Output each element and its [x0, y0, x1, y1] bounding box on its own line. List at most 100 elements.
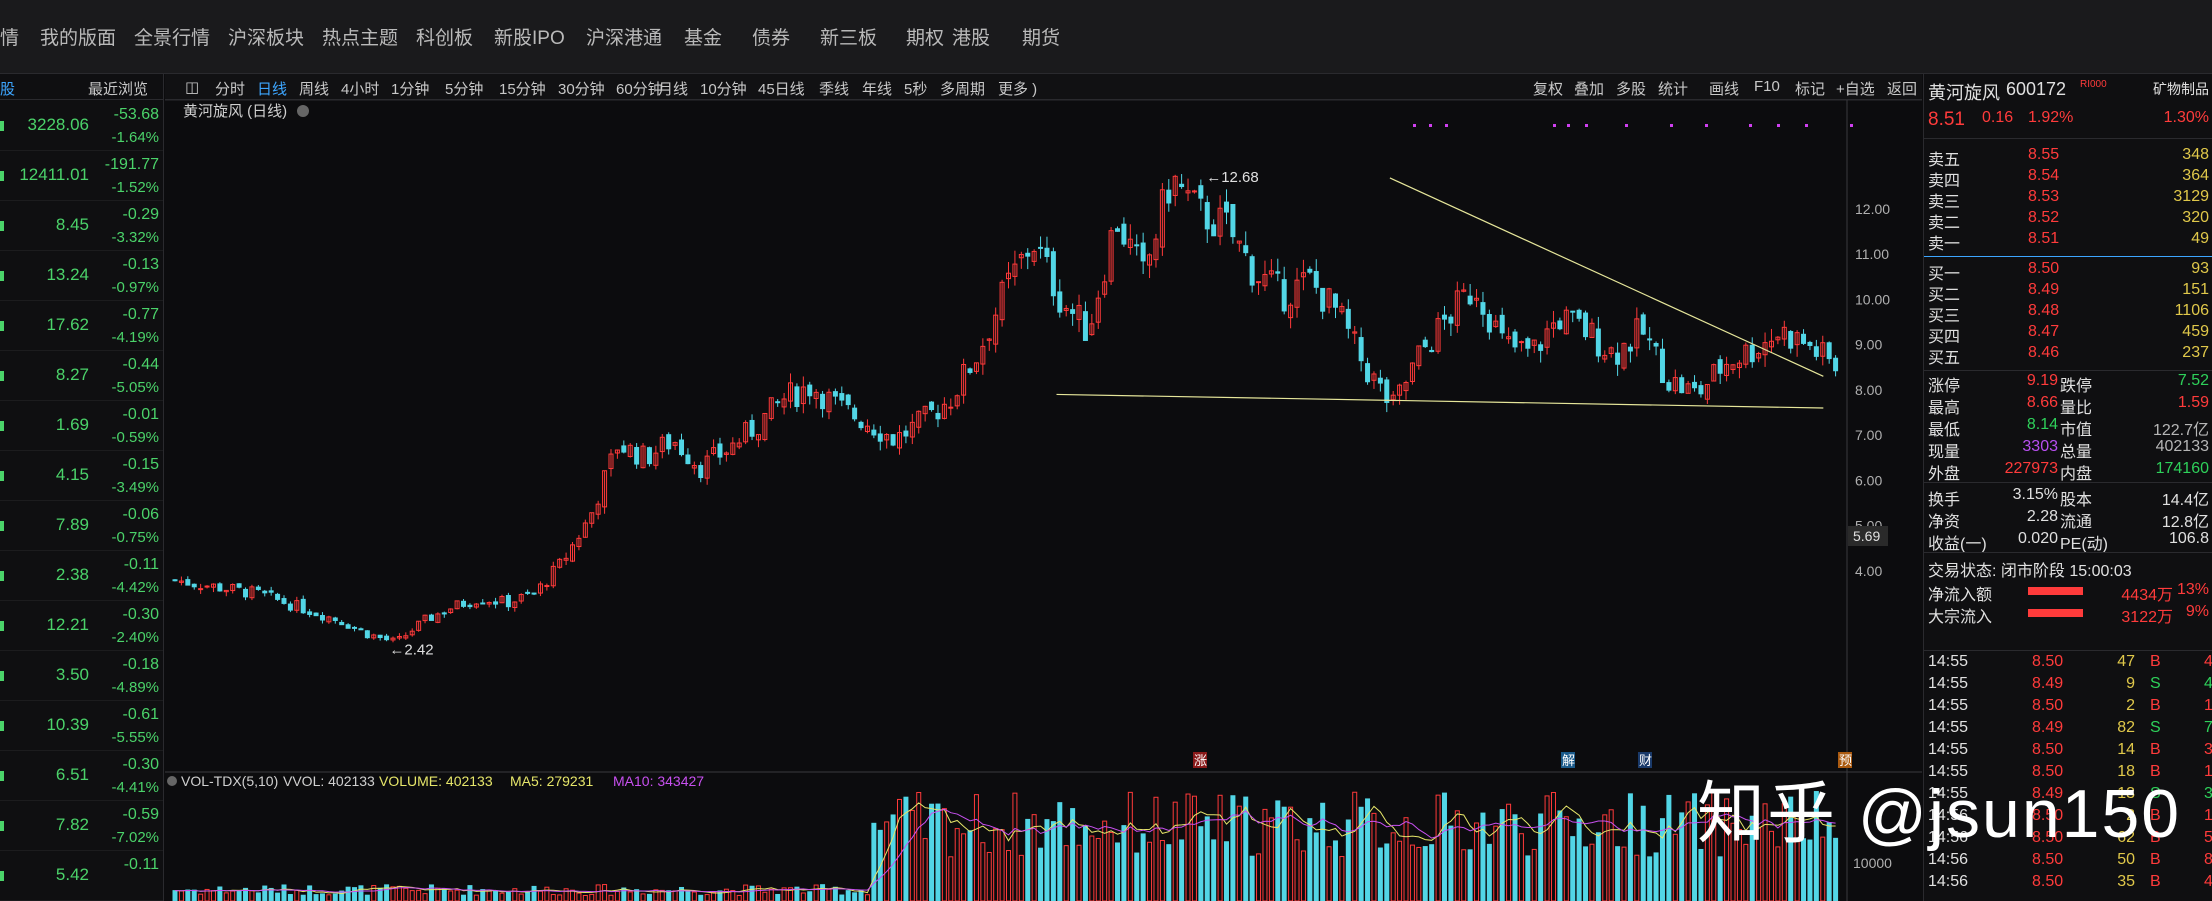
top-menu-item[interactable]: 期权 — [906, 23, 944, 50]
top-menu-item[interactable]: 新三板 — [820, 23, 877, 50]
tool-8[interactable]: 返回 — [1887, 78, 1917, 99]
volume-bar — [1217, 794, 1223, 901]
top-menu-item[interactable]: 新股IPO — [494, 23, 565, 50]
watchlist-row[interactable]: 1.69 -0.01 -0.59% — [0, 401, 163, 451]
period-10[interactable]: 10分钟 — [700, 78, 747, 99]
kline-chart-svg[interactable]: 黄河旋风 (日线) 12.00 11.00 10.00 9.00 8.00 7.00 6.00… — [165, 100, 1922, 901]
period-6[interactable]: 15分钟 — [499, 78, 546, 99]
top-menu-item[interactable]: 沪深港通 — [586, 23, 662, 50]
watchlist-row[interactable]: 5.42 -0.11 — [0, 851, 163, 901]
period-0[interactable]: 分时 — [215, 78, 245, 99]
volume-bar — [916, 792, 922, 901]
volume-settings-icon[interactable] — [167, 776, 177, 786]
watchlist-row[interactable]: 8.27 -0.44 -5.05% — [0, 351, 163, 401]
watchlist-row[interactable]: 8.45 -0.29 -3.32% — [0, 201, 163, 251]
period-3[interactable]: 4小时 — [341, 78, 379, 99]
tick-count: 4 — [2204, 675, 2212, 693]
chart-settings-icon[interactable] — [297, 105, 309, 117]
volume-bar — [864, 894, 870, 901]
period-11[interactable]: 45日线 — [758, 78, 805, 99]
top-menu-item[interactable]: 港股 — [952, 23, 990, 50]
volume-bar — [1063, 845, 1069, 901]
top-menu-item[interactable]: 我的版面 — [40, 23, 116, 50]
watch-pct: -4.42% — [111, 579, 159, 596]
chart-title: 黄河旋风 (日线) — [183, 103, 287, 120]
watchlist-row[interactable]: 12.21 -0.30 -2.40% — [0, 601, 163, 651]
period-9[interactable]: 月线 — [658, 78, 688, 99]
period-15[interactable]: 多周期 — [940, 78, 985, 99]
volume-bar — [1448, 825, 1454, 901]
watchlist-row[interactable]: 6.51 -0.30 -4.41% — [0, 751, 163, 801]
volume-bar — [1095, 838, 1101, 901]
tool-2[interactable]: 多股 — [1616, 78, 1646, 99]
top-menu-item[interactable]: 全景行情 — [134, 23, 210, 50]
watchlist-row[interactable]: 13.24 -0.13 -0.97% — [0, 251, 163, 301]
period-14[interactable]: 5秒 — [904, 78, 927, 99]
marker-zhang[interactable]: 涨 — [1194, 754, 1207, 769]
tool-6[interactable]: 标记 — [1795, 78, 1825, 99]
layout-toggle-icon[interactable]: ◫ — [185, 78, 199, 96]
tool-5[interactable]: F10 — [1754, 78, 1780, 95]
top-menu-item[interactable]: 情 — [0, 23, 19, 50]
trendline[interactable] — [1056, 393, 1824, 409]
top-menu-item[interactable]: 热点主题 — [322, 23, 398, 50]
period-12[interactable]: 季线 — [819, 78, 849, 99]
volume-bar — [313, 894, 319, 901]
tick-time: 14:55 — [1928, 719, 1969, 736]
trendline[interactable] — [1389, 177, 1824, 377]
watchlist-row[interactable]: 17.62 -0.77 -4.19% — [0, 301, 163, 351]
watchlist-row[interactable]: 10.39 -0.61 -5.55% — [0, 701, 163, 751]
candle-body — [1025, 252, 1031, 257]
bid-volume: 1106 — [2174, 302, 2209, 319]
period-1[interactable]: 日线 — [257, 78, 287, 99]
row-marker — [0, 321, 4, 331]
tool-0[interactable]: 复权 — [1533, 78, 1563, 99]
volume-bar — [1191, 795, 1197, 901]
watchlist-tab-stocks[interactable]: 股 — [0, 78, 15, 99]
volume-bar — [646, 893, 652, 901]
candle-body — [1717, 359, 1723, 374]
top-menu-item[interactable]: 科创板 — [416, 23, 473, 50]
watchlist-row[interactable]: 4.15 -0.15 -3.49% — [0, 451, 163, 501]
bid-price: 8.47 — [2028, 323, 2060, 340]
volume-bar — [178, 890, 184, 901]
candle-body — [1666, 382, 1672, 391]
period-7[interactable]: 30分钟 — [558, 78, 605, 99]
volume-bar — [493, 890, 499, 901]
candle-body — [1698, 385, 1704, 395]
volume-bar — [1050, 821, 1056, 901]
watch-price: 5.42 — [55, 865, 89, 884]
tool-1[interactable]: 叠加 — [1574, 78, 1604, 99]
tool-7[interactable]: +自选 — [1836, 78, 1875, 99]
top-menu-item[interactable]: 基金 — [684, 23, 722, 50]
watchlist-row[interactable]: 3228.06 -53.68 -1.64% — [0, 101, 163, 151]
price-change: 0.16 — [1982, 109, 2014, 126]
period-5[interactable]: 5分钟 — [445, 78, 483, 99]
tick-count: 3 — [2204, 785, 2212, 803]
watchlist-row[interactable]: 2.38 -0.11 -4.42% — [0, 551, 163, 601]
top-menu-item[interactable]: 沪深板块 — [228, 23, 304, 50]
period-8[interactable]: 60分钟 — [616, 78, 663, 99]
candle-body — [461, 600, 467, 607]
watchlist-row[interactable]: 12411.01 -191.77 -1.52% — [0, 151, 163, 201]
tool-3[interactable]: 统计 — [1658, 78, 1688, 99]
top-menu-item[interactable]: 债券 — [752, 23, 790, 50]
watchlist-row[interactable]: 7.89 -0.06 -0.75% — [0, 501, 163, 551]
period-4[interactable]: 1分钟 — [391, 78, 429, 99]
marker-cai[interactable]: 财 — [1639, 754, 1652, 769]
candle-body — [1595, 328, 1601, 357]
top-menu-item[interactable]: 期货 — [1022, 23, 1060, 50]
period-16[interactable]: 更多 ) — [998, 78, 1037, 99]
candle-body — [480, 602, 486, 605]
volume-bar — [576, 892, 582, 901]
watch-price: 7.82 — [55, 815, 89, 834]
marker-jie[interactable]: 解 — [1562, 754, 1575, 769]
watchlist-row[interactable]: 7.82 -0.59 -7.02% — [0, 801, 163, 851]
watch-change: -191.77 — [104, 156, 159, 173]
watchlist-row[interactable]: 3.50 -0.18 -4.89% — [0, 651, 163, 701]
tool-4[interactable]: 画线 — [1709, 78, 1739, 99]
period-13[interactable]: 年线 — [862, 78, 892, 99]
period-2[interactable]: 周线 — [299, 78, 329, 99]
kline-chart-area[interactable]: 黄河旋风 (日线) 12.00 11.00 10.00 9.00 8.00 7.00 6.00… — [165, 100, 1922, 901]
watchlist-tab-recent[interactable]: 最近浏览 — [88, 78, 148, 99]
